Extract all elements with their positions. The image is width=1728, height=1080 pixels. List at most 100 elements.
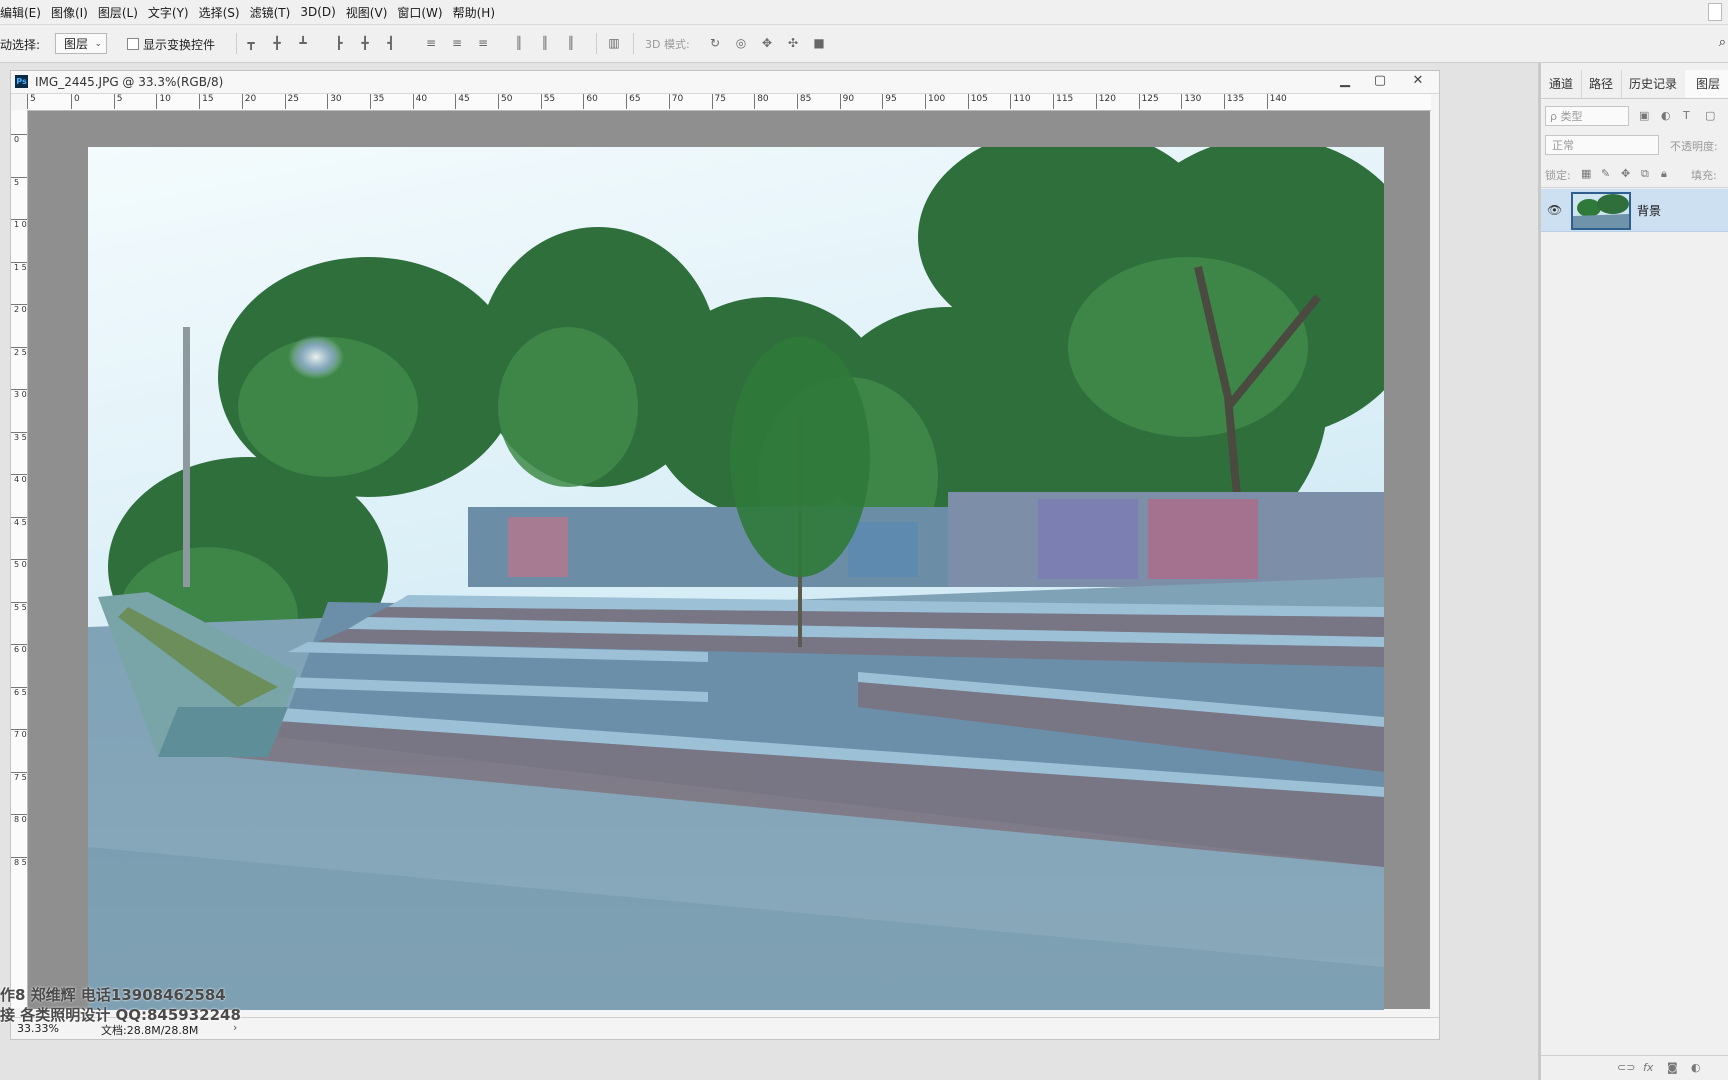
panel-bottom-bar: ⊂⊃ fx ◙ ◐ (1541, 1055, 1728, 1080)
blend-mode-dropdown[interactable]: 正常 (1545, 135, 1659, 155)
ruler-tick-label: 105 (967, 94, 988, 109)
tab-layers[interactable]: 图层 (1685, 70, 1728, 98)
ruler-tick-label: 75 (711, 94, 726, 109)
lock-row: 锁定: ▦ ✎ ✥ ⧉ 🔒︎ 填充: (1541, 163, 1728, 188)
lock-artboard-icon[interactable]: ⧉ (1641, 167, 1649, 181)
minimize-button[interactable]: ▁ (1328, 71, 1362, 91)
ruler-tick-label: 115 (1053, 94, 1073, 109)
menu-window[interactable]: 窗口(W) (392, 4, 447, 21)
ruler-tick-label: 125 (1138, 94, 1159, 109)
ruler-tick-label: 5 (113, 94, 122, 109)
align-left-icon[interactable]: ┣ (332, 36, 346, 50)
ruler-tick-label: 130 (1181, 94, 1201, 109)
visibility-eye-icon[interactable]: 👁︎ (1547, 203, 1562, 217)
lock-brush-icon[interactable]: ✎ (1601, 167, 1610, 180)
menu-3d[interactable]: 3D(D) (295, 5, 340, 19)
adjustment-filter-icon[interactable]: ◐ (1661, 109, 1671, 122)
layer-row-background[interactable]: 👁︎ 背景 (1541, 189, 1728, 232)
distribute-right-icon[interactable]: ║ (564, 36, 578, 50)
distribute-bottom-icon[interactable]: ≡ (476, 36, 490, 50)
menu-edit[interactable]: 编辑(E) (0, 4, 46, 21)
new-adjustment-icon[interactable]: ◐ (1691, 1061, 1701, 1074)
lock-transparent-icon[interactable]: ▦ (1581, 167, 1591, 180)
3d-slide-icon[interactable]: ✣ (786, 36, 800, 50)
menu-type[interactable]: 文字(Y) (143, 4, 194, 21)
ruler-tick-label: 15 (199, 94, 214, 109)
chevron-down-icon: ⌄ (94, 39, 102, 49)
align-top-icon[interactable]: ┳ (244, 36, 258, 50)
shape-filter-icon[interactable]: ▢ (1705, 109, 1715, 122)
distribute-left-icon[interactable]: ║ (512, 36, 526, 50)
auto-select-dropdown[interactable]: 图层 ⌄ (55, 33, 107, 54)
watermark-line-1: 作8 郑维辉 电话13908462584 (0, 986, 226, 1004)
auto-align-icon[interactable]: ▥ (607, 36, 621, 50)
3d-rotate-icon[interactable]: ↻ (708, 36, 722, 50)
window-edge-control[interactable] (1708, 3, 1722, 21)
menu-filter[interactable]: 滤镜(T) (245, 4, 296, 21)
ruler-tick-label: 5 5 (11, 601, 27, 612)
options-bar: 动选择: 图层 ⌄ 显示变换控件 ┳ ╋ ┻ ┣ ╋ ┫ ≡ ≡ ≡ ║ ║ ║… (0, 25, 1728, 63)
ruler-tick-label: 0 (11, 134, 27, 144)
lock-all-icon[interactable]: 🔒︎ (1661, 167, 1667, 181)
ruler-tick-label: 95 (882, 94, 897, 109)
align-bottom-icon[interactable]: ┻ (296, 36, 310, 50)
align-right-icon[interactable]: ┫ (384, 36, 398, 50)
ruler-tick-label: 5 (11, 176, 27, 187)
ruler-tick-label: 5 (27, 94, 36, 109)
distribute-hcenter-icon[interactable]: ║ (538, 36, 552, 50)
vertical-ruler[interactable]: 0 5 1 0 1 5 2 0 2 5 3 0 3 5 4 0 4 5 5 0 5 5 6 0 6 5 7 … (11, 110, 28, 1009)
menu-image[interactable]: 图像(I) (46, 4, 93, 21)
fill-label: 填充: (1691, 169, 1717, 182)
ruler-tick-label: 40 (412, 94, 427, 109)
layer-filter-dropdown[interactable]: ρ 类型 (1545, 106, 1629, 126)
menu-help[interactable]: 帮助(H) (448, 4, 500, 21)
ruler-tick-label: 30 (327, 94, 342, 109)
ruler-tick-label: 1 0 (11, 219, 27, 229)
type-filter-icon[interactable]: T (1683, 109, 1690, 122)
3d-drag-icon[interactable]: ✥ (760, 36, 774, 50)
3d-mode-label: 3D 模式: (645, 38, 690, 51)
align-vcenter-icon[interactable]: ╋ (270, 36, 284, 50)
tab-paths[interactable]: 路径 (1581, 70, 1622, 98)
ruler-tick-label: 5 0 (11, 559, 27, 569)
layer-thumbnail (1571, 192, 1631, 230)
menu-layer[interactable]: 图层(L) (93, 4, 143, 21)
align-hcenter-icon[interactable]: ╋ (358, 36, 372, 50)
distribute-top-icon[interactable]: ≡ (424, 36, 438, 50)
maximize-button[interactable]: ▢ (1363, 71, 1397, 91)
layers-panel: 通道 路径 历史记录 图层 ρ 类型 ▣ ◐ T ▢ 正常 不透明度: 锁定: … (1538, 63, 1728, 1080)
menu-bar: 编辑(E) 图像(I) 图层(L) 文字(Y) 选择(S) 滤镜(T) 3D(D… (0, 0, 1728, 25)
ruler-tick-label: 110 (1010, 94, 1031, 109)
ruler-tick-label: 45 (455, 94, 470, 109)
link-layers-icon[interactable]: ⊂⊃ (1617, 1061, 1635, 1074)
watermark: 作8 郑维辉 电话13908462584 接 各类照明设计 QQ:8459322… (0, 985, 241, 1025)
tab-channels[interactable]: 通道 (1541, 70, 1582, 98)
lock-position-icon[interactable]: ✥ (1621, 167, 1630, 180)
auto-select-value: 图层 (64, 37, 89, 51)
distribute-vcenter-icon[interactable]: ≡ (450, 36, 464, 50)
fx-icon[interactable]: fx (1643, 1061, 1653, 1074)
3d-roll-icon[interactable]: ◎ (734, 36, 748, 50)
watermark-line-2: 接 各类照明设计 QQ:845932248 (0, 1006, 241, 1024)
3d-camera-icon[interactable]: ■ (812, 36, 826, 50)
opacity-label: 不透明度: (1670, 140, 1718, 153)
ruler-tick-label: 65 (626, 94, 641, 109)
ruler-tick-label: 4 5 (11, 516, 27, 527)
divider (633, 33, 634, 54)
show-transform-checkbox[interactable] (127, 38, 139, 50)
menu-view[interactable]: 视图(V) (341, 4, 393, 21)
ruler-tick-label: 3 0 (11, 389, 27, 399)
ruler-tick-label: 20 (241, 94, 256, 109)
close-button[interactable]: ✕ (1401, 71, 1435, 91)
add-mask-icon[interactable]: ◙ (1667, 1061, 1678, 1074)
horizontal-ruler[interactable]: 5 0 5 10 15 20 25 30 35 40 45 50 55 60 65 70 75 80 85 90 95 1… (27, 94, 1431, 111)
document-titlebar[interactable]: Ps IMG_2445.JPG @ 33.3%(RGB/8) ▁ ▢ ✕ (11, 71, 1439, 94)
tab-history[interactable]: 历史记录 (1621, 70, 1686, 98)
divider (596, 33, 597, 54)
menu-select[interactable]: 选择(S) (194, 4, 245, 21)
ruler-tick-label: 6 5 (11, 686, 27, 697)
search-icon[interactable]: ⌕ (1719, 35, 1726, 50)
ruler-tick-label: 135 (1223, 94, 1244, 109)
pixel-filter-icon[interactable]: ▣ (1639, 109, 1649, 122)
image-canvas[interactable] (88, 147, 1384, 1010)
